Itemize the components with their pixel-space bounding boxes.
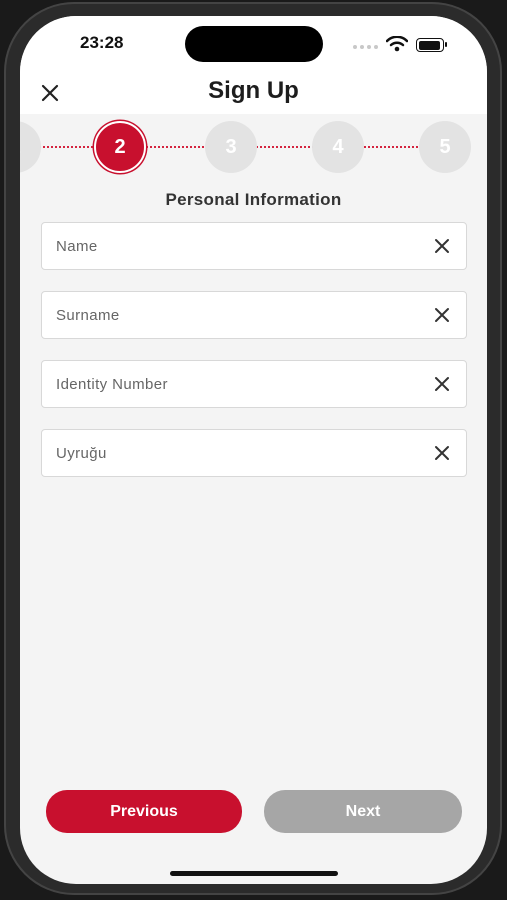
battery-icon — [416, 38, 447, 52]
clear-icon[interactable] — [434, 307, 450, 323]
nationality-field[interactable] — [41, 429, 467, 477]
wifi-icon — [386, 36, 408, 52]
signal-icon — [353, 45, 378, 49]
step-connector — [364, 146, 422, 148]
surname-input[interactable] — [56, 292, 416, 338]
section-title: Personal Information — [165, 190, 342, 209]
home-indicator — [170, 871, 338, 876]
status-time: 23:28 — [80, 33, 124, 52]
progress-stepper: 1 2 3 4 5 — [20, 114, 487, 180]
dynamic-island — [185, 26, 323, 62]
identity-number-field[interactable] — [41, 360, 467, 408]
previous-button[interactable]: Previous — [46, 790, 242, 833]
clear-icon[interactable] — [434, 238, 450, 254]
clear-icon[interactable] — [434, 445, 450, 461]
surname-field[interactable] — [41, 291, 467, 339]
step-5[interactable]: 5 — [419, 121, 471, 173]
identity-number-input[interactable] — [56, 361, 416, 407]
page-title: Sign Up — [208, 77, 299, 104]
name-field[interactable] — [41, 222, 467, 270]
step-3[interactable]: 3 — [205, 121, 257, 173]
name-input[interactable] — [56, 223, 416, 269]
clear-icon[interactable] — [434, 376, 450, 392]
app-screen: 23:28 Sign Up 1 2 3 4 5 Personal Informa… — [20, 16, 487, 884]
nationality-input[interactable] — [56, 430, 416, 476]
step-4[interactable]: 4 — [312, 121, 364, 173]
step-1[interactable]: 1 — [20, 121, 41, 173]
step-2-active[interactable]: 2 — [94, 121, 146, 173]
next-button[interactable]: Next — [264, 790, 462, 833]
